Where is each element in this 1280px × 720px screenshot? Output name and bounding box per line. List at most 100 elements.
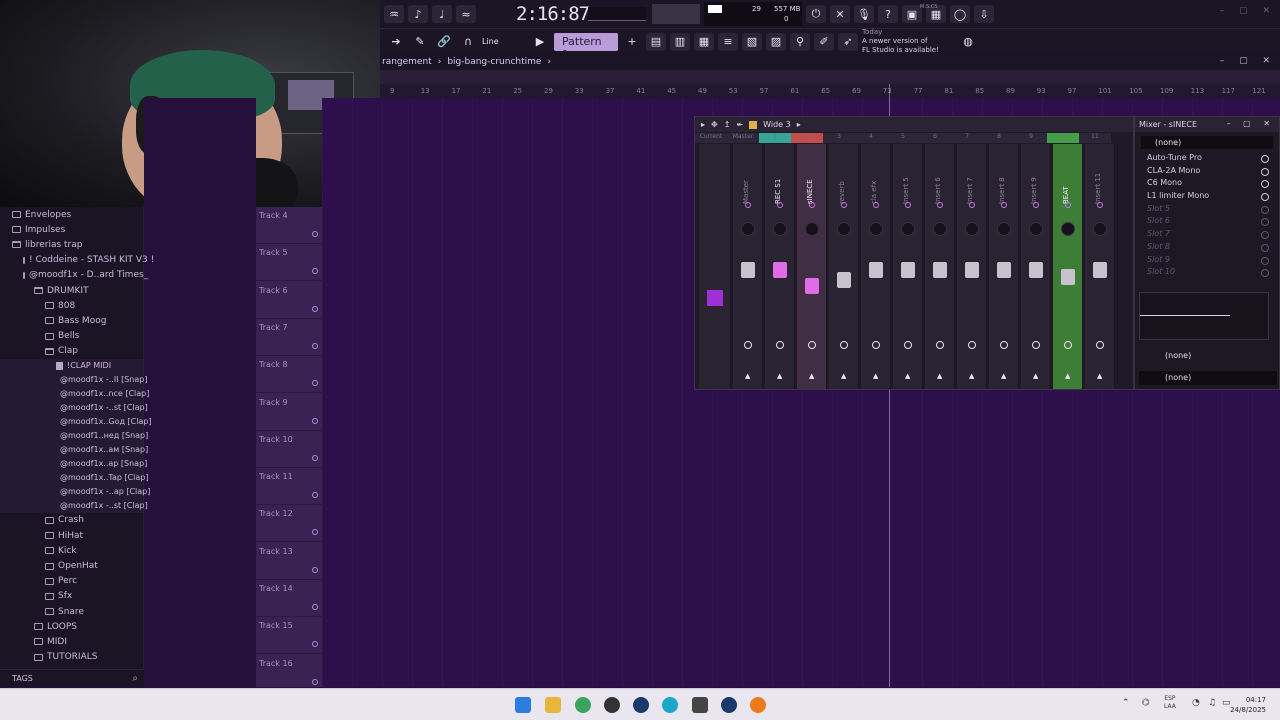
steam-icon[interactable] [633,697,649,713]
route-button[interactable] [808,341,816,349]
browser-file-item[interactable]: @moodf1..нед [Snap] [0,428,148,443]
strip-led[interactable] [841,202,847,208]
play-arrow-icon[interactable]: ▸ [701,120,705,129]
send-arrow-icon[interactable]: ▲ [873,372,878,380]
pan-knob[interactable] [805,222,819,236]
route-button[interactable] [840,341,848,349]
fx-slot-toggle[interactable] [1261,231,1269,240]
mixer-tab[interactable]: 11 [1079,133,1111,143]
fx-slot[interactable]: Slot 8 [1135,242,1279,255]
send-arrow-icon[interactable]: ▲ [841,372,846,380]
mixer-back-icon[interactable]: ↞ [736,120,743,129]
mixer-tab[interactable]: 4 [855,133,887,143]
browser-file-item[interactable]: @moodf1x -..II [Snap] [0,372,147,387]
window-controls[interactable]: – ▢ ✕ [1220,6,1276,16]
route-button[interactable] [872,341,880,349]
strip-led[interactable] [969,202,975,208]
fx-slot-toggle[interactable] [1261,167,1269,176]
volume-fader[interactable] [773,262,787,278]
browser-file-item[interactable]: @moodf1x -..ap [Clap] [0,484,150,499]
volume-fader[interactable] [1061,269,1075,285]
track-header[interactable]: Track 6 [256,282,322,319]
mixer-strip[interactable]: sINECE ▲ [797,144,827,389]
tray-chevron-icon[interactable]: ⌃ [1122,699,1130,708]
playlist-window-controls[interactable]: – ▢ ✕ [1220,56,1276,66]
track-mute-led[interactable] [312,529,318,536]
fx-slot-toggle[interactable] [1261,205,1269,214]
volume-fader[interactable] [1093,262,1107,278]
track-header[interactable]: Track 15 [256,617,322,655]
wave-icon[interactable]: ♒ [384,5,404,23]
fx-slot[interactable]: Slot 6 [1135,216,1279,229]
timeline-ruler[interactable]: 9 13 17 21 25 29 33 37 41 45 49 53 57 61 65 69 73 77 81 85 8… [380,84,1280,98]
track-mute-led[interactable] [312,454,318,461]
route-button[interactable] [744,341,752,349]
browser-folder-item[interactable]: Kick [0,543,143,558]
send-arrow-icon[interactable]: ▲ [1033,372,1038,380]
system-clock[interactable]: 04:17 24/8/2025 [1230,695,1266,715]
fx-slot[interactable]: Slot 7 [1135,229,1279,242]
mixer-tab[interactable]: 3 [823,133,855,143]
pan-knob[interactable] [773,222,787,236]
track-header[interactable]: Track 7 [256,319,322,356]
mixer-strip[interactable]: Insert 5 ▲ [893,144,923,389]
browser-folder-item[interactable]: @moodf1x - D..ard Times_ [0,268,148,283]
route-button[interactable] [1032,341,1040,349]
send-arrow-icon[interactable]: ▲ [905,372,910,380]
browser-folder-item[interactable]: LOOPS [0,619,143,634]
mixer-strip[interactable]: reverb ▲ [829,144,859,389]
strip-led[interactable] [809,202,815,208]
track-header[interactable]: Track 5 [256,244,322,282]
tempo-icon[interactable]: ♪ [408,5,428,23]
send-arrow-icon[interactable]: ▲ [745,372,750,380]
arrow-right-icon[interactable]: ➔ [386,33,406,51]
volume-fader[interactable] [837,272,851,288]
fx-slot[interactable]: CLA-2A Mono [1135,166,1279,179]
send-arrow-icon[interactable]: ▲ [777,372,782,380]
browser-file-item[interactable]: @moodf1x -..st [Clap] [0,400,148,415]
help-icon[interactable]: ? [878,5,898,23]
snap-selector[interactable]: Line [482,37,526,46]
file-explorer-icon[interactable] [545,697,561,713]
update-hint[interactable]: Today A newer version of FL Studio is av… [862,28,954,55]
play-arrow-icon[interactable]: ▶ [530,33,550,51]
network-icon[interactable]: ⌬ [1142,699,1150,708]
fx-slot[interactable]: L1 limiter Mono [1135,191,1279,204]
mixer-tab[interactable]: 6 [919,133,951,143]
song-time[interactable]: 2:16:87 [516,3,590,25]
power-icon[interactable]: ⏻ [806,5,826,23]
track-mute-led[interactable] [312,305,318,312]
pattern-selector[interactable]: Pattern 1 [554,32,618,61]
playlist-overview[interactable] [380,70,1280,84]
language-indicator[interactable]: ESP LAA [1164,695,1176,711]
mixer-strip[interactable]: Insert 9 ▲ [1021,144,1051,389]
fx-slot-toggle[interactable] [1261,269,1269,278]
mixer-tab[interactable]: 10 [1047,133,1079,143]
fx-slot-toggle[interactable] [1261,193,1269,202]
browser-folder-item[interactable]: OpenHat [0,558,143,573]
track-header[interactable]: Track 10 [256,431,322,468]
mixer-menu-icon[interactable]: ✥ [711,120,718,129]
route-button[interactable] [1096,341,1104,349]
route-button[interactable] [904,341,912,349]
pitch-meter[interactable] [652,4,700,24]
track-header[interactable]: Track 9 [256,394,322,431]
browser-folder-item[interactable]: Impulses [0,222,143,237]
mixer-tab[interactable]: Master [727,133,759,143]
volume-fader[interactable] [997,262,1011,278]
fl-studio-icon[interactable] [750,697,766,713]
link-icon[interactable]: 🔗 [434,33,454,51]
track-mute-led[interactable] [312,342,318,349]
mixer-tab[interactable]: Current [695,133,727,143]
browser-folder-item[interactable]: Crash [0,513,143,528]
app-icon[interactable] [692,697,708,713]
fx-slot[interactable]: Slot 5 [1135,204,1279,217]
pencil-icon[interactable]: ✎ [410,33,430,51]
add-pattern-icon[interactable]: + [622,33,642,51]
browser-folder-item[interactable]: MIDI [0,634,143,649]
wifi-icon[interactable]: ◔ [1192,699,1200,708]
track-header[interactable]: Track 13 [256,543,322,580]
browser-file-item[interactable]: !CLAP MIDI [0,358,143,373]
strip-led[interactable] [1065,202,1071,208]
strip-led[interactable] [873,202,879,208]
